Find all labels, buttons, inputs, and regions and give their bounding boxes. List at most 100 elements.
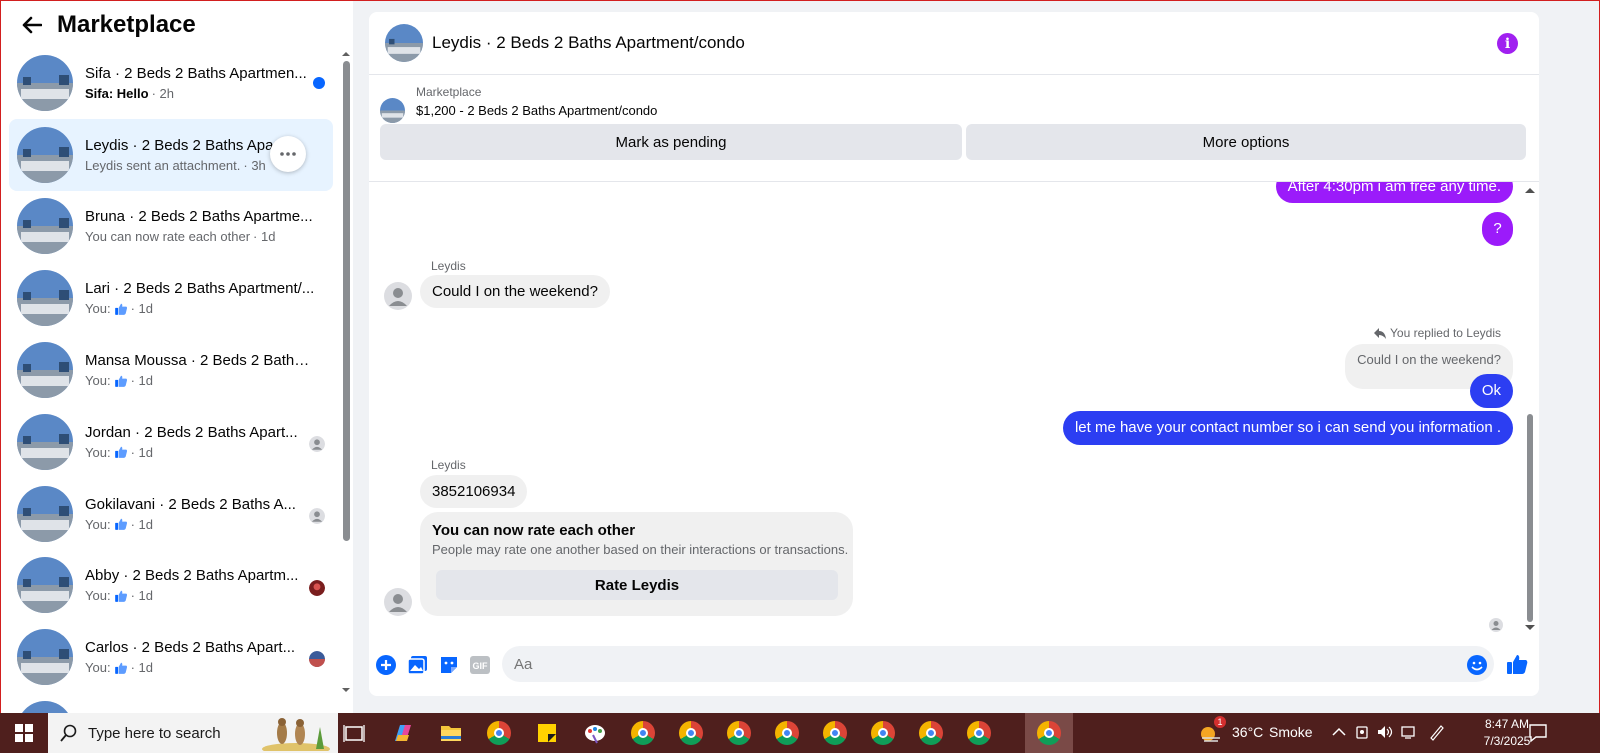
scroll-up-icon[interactable] — [1524, 186, 1536, 194]
task-view-icon[interactable] — [342, 721, 366, 745]
chrome-profile-icon[interactable] — [919, 721, 943, 745]
outgoing-message[interactable]: ? — [1482, 212, 1513, 246]
scroll-down-icon[interactable] — [342, 687, 350, 693]
rate-button[interactable]: Rate Leydis — [436, 570, 838, 600]
copilot-icon[interactable] — [391, 721, 415, 745]
sender-name: Leydis — [431, 458, 466, 472]
incoming-message[interactable]: 3852106934 — [420, 475, 528, 508]
snippet-time: · 2h — [151, 85, 174, 101]
conversation-item[interactable]: Bruna · 2 Beds 2 Baths Apartme... You can… — [9, 191, 333, 263]
sticker-icon[interactable] — [438, 654, 460, 676]
page-title: Marketplace — [57, 11, 196, 38]
message-input[interactable] — [502, 646, 1494, 682]
chrome-profile-icon[interactable] — [775, 721, 799, 745]
chrome-profile-icon[interactable] — [727, 721, 751, 745]
chrome-profile-icon[interactable] — [823, 721, 847, 745]
conversation-name: Bruna · 2 Beds 2 Baths Apartme... — [85, 208, 313, 226]
rate-title: You can now rate each other — [432, 522, 636, 539]
conversation-item[interactable]: Abby · 2 Beds 2 Baths Apartm... You: · 1d — [9, 550, 333, 622]
conversation-item[interactable]: Gokilavani · 2 Beds 2 Baths A... You: · 1d — [9, 478, 333, 550]
snippet-time: · 1d — [130, 301, 153, 317]
scrollbar-thumb[interactable] — [343, 61, 350, 541]
plus-icon[interactable] — [375, 654, 397, 676]
conversation-item[interactable]: Carlos · 2 Beds 2 Baths Apart... You: · 1d — [9, 621, 333, 693]
file-explorer-icon[interactable] — [439, 721, 463, 745]
chrome-profile-icon[interactable] — [967, 721, 991, 745]
conversation-item[interactable]: Jordan · 2 Beds 2 Baths Apart... You: · 1d — [9, 406, 333, 478]
chrome-profile-icon[interactable] — [871, 721, 895, 745]
scroll-up-icon[interactable] — [342, 51, 350, 57]
snippet-text: You: — [85, 516, 111, 532]
conversation-avatar — [17, 701, 73, 713]
conversation-item[interactable]: Leydis · 2 Beds 2 Baths Apart... Leydis s… — [9, 118, 333, 191]
conversation-item[interactable]: Sifa · 2 Beds 2 Baths Apartmen... Sifa: H… — [9, 47, 333, 119]
meet-now-icon[interactable] — [1353, 723, 1371, 741]
like-icon — [114, 662, 127, 674]
conversation-item[interactable]: Lari · 2 Beds 2 Baths Apartment/... You: ·… — [9, 262, 333, 334]
mark-as-pending-button[interactable]: Mark as pending — [380, 124, 962, 160]
more-options-button[interactable]: More options — [966, 124, 1526, 160]
conversation-list: Sifa · 2 Beds 2 Baths Apartmen... Sifa: H… — [1, 47, 341, 713]
snippet-text: You: — [85, 301, 111, 317]
chat-title[interactable]: Leydis · 2 Beds 2 Baths Apartment/condo — [432, 33, 745, 53]
contact-avatar[interactable] — [384, 282, 412, 310]
weather-badge: 1 — [1214, 716, 1226, 728]
weather-condition[interactable]: Smoke — [1269, 724, 1313, 740]
snippet-text: You: — [85, 373, 111, 389]
chat-header: Leydis · 2 Beds 2 Baths Apartment/condo … — [369, 12, 1539, 75]
chevron-up-icon[interactable] — [1330, 723, 1348, 741]
outgoing-message[interactable]: Ok — [1469, 374, 1513, 408]
svg-text:GIF: GIF — [473, 661, 489, 671]
more-options-icon[interactable] — [270, 135, 306, 172]
conversation-name: Gokilavani · 2 Beds 2 Baths A... — [85, 495, 296, 513]
conversation-snippet: You can now rate each other · 1d — [85, 229, 315, 244]
contact-avatar[interactable] — [384, 588, 412, 616]
pen-icon[interactable] — [1428, 723, 1446, 741]
taskbar-search[interactable]: Type here to search — [48, 713, 338, 753]
emoji-icon[interactable] — [1466, 654, 1488, 676]
photo-icon[interactable] — [407, 654, 429, 676]
conversation-avatar — [17, 413, 73, 470]
listing-name[interactable]: $1,200 - 2 Beds 2 Baths Apartment/condo — [416, 103, 657, 118]
snippet-time: · 1d — [130, 516, 153, 532]
snippet-text: You: — [85, 444, 111, 460]
composer: GIF — [369, 638, 1539, 696]
conversation-avatar — [17, 557, 73, 614]
chrome-icon[interactable] — [487, 721, 511, 745]
back-arrow-icon[interactable] — [17, 10, 47, 40]
chrome-profile-icon[interactable] — [679, 721, 703, 745]
sender-name: Leydis — [431, 259, 466, 273]
reply-label: You replied to Leydis — [1374, 326, 1501, 340]
listing-avatar[interactable] — [385, 24, 423, 62]
gif-icon[interactable]: GIF — [469, 654, 491, 676]
network-icon[interactable] — [1400, 723, 1418, 741]
outgoing-message[interactable]: After 4:30pm i am free any time. — [1275, 182, 1513, 203]
snippet-text: You: — [85, 588, 111, 604]
seen-avatar — [309, 435, 325, 452]
volume-icon[interactable] — [1376, 723, 1394, 741]
scrollbar-thumb[interactable] — [1527, 414, 1533, 622]
rate-card: You can now rate each other People may r… — [420, 512, 853, 616]
listing-thumbnail[interactable] — [380, 98, 405, 123]
like-icon[interactable] — [1505, 652, 1529, 681]
scroll-down-icon[interactable] — [1524, 624, 1536, 632]
search-icon — [60, 724, 77, 742]
info-icon[interactable]: i — [1497, 33, 1518, 54]
notification-icon[interactable] — [1527, 722, 1549, 744]
weather-temp[interactable]: 36°C — [1232, 724, 1263, 740]
snippet-time: · 1d — [130, 373, 153, 389]
message-scrollbar[interactable] — [1524, 186, 1536, 634]
sticky-notes-icon[interactable] — [535, 721, 559, 745]
sidebar-scrollbar[interactable] — [342, 51, 350, 701]
incoming-message[interactable]: Could I on the weekend? — [420, 275, 610, 308]
reply-label-text: You replied to Leydis — [1390, 326, 1501, 340]
like-icon — [114, 375, 127, 387]
conversation-item[interactable]: Mansa Moussa · 2 Beds 2 Baths ... You: · 1… — [9, 334, 333, 406]
windows-start-icon[interactable] — [0, 713, 48, 753]
chrome-profile-icon[interactable] — [631, 721, 655, 745]
outgoing-message[interactable]: let me have your contact number so i can… — [1062, 411, 1513, 445]
rate-description: People may rate one another based on the… — [432, 542, 849, 557]
conversation-item[interactable]: Pal... · 2 Beds 2 Baths Apart... — [9, 693, 333, 713]
chrome-profile-icon[interactable] — [1037, 721, 1061, 745]
paint-icon[interactable] — [583, 721, 607, 745]
